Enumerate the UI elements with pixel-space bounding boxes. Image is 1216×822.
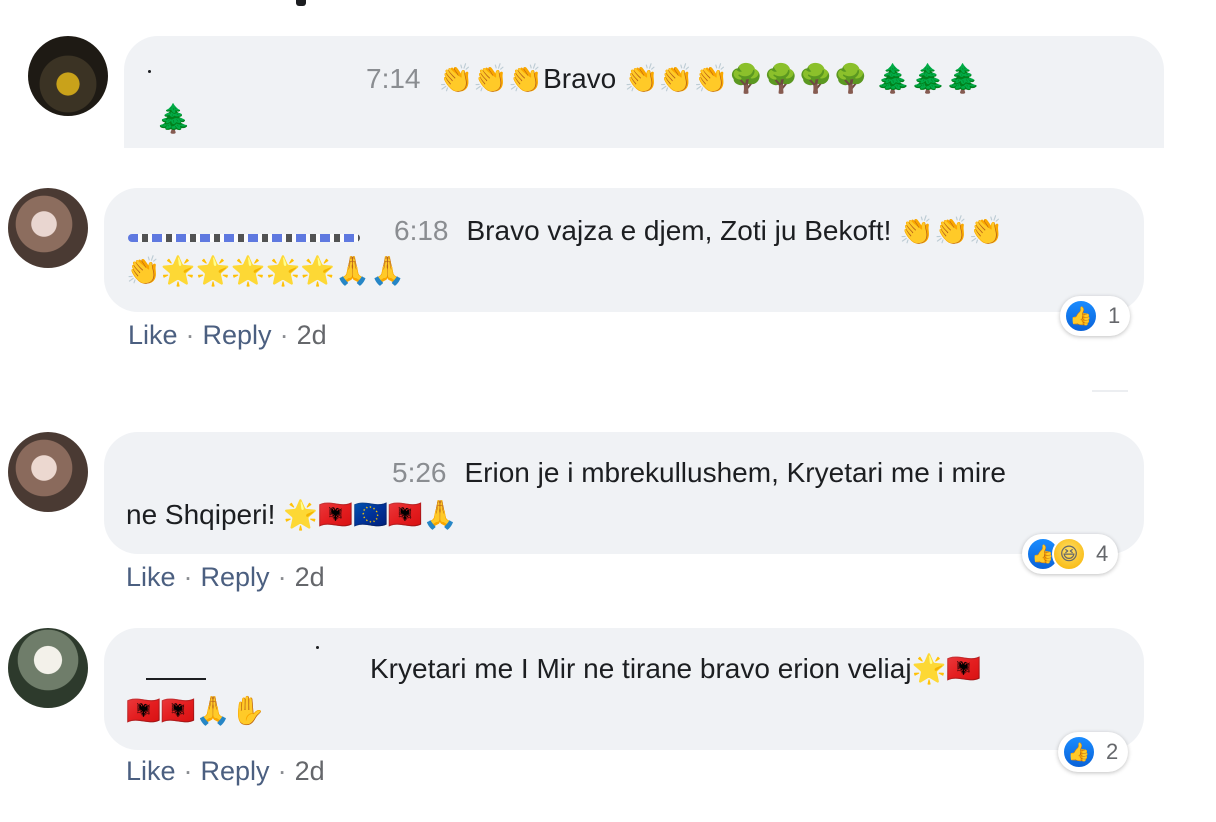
avatar[interactable] bbox=[28, 36, 108, 116]
comment-age[interactable]: 2d bbox=[295, 562, 325, 592]
separator: · bbox=[277, 562, 287, 592]
avatar[interactable] bbox=[8, 432, 88, 512]
redacted-name bbox=[146, 678, 206, 680]
divider bbox=[1092, 390, 1128, 392]
reply-link[interactable]: Reply bbox=[201, 756, 270, 786]
comment-actions: Like · Reply · 2d bbox=[128, 320, 327, 351]
comment-actions: Like · Reply · 2d bbox=[126, 562, 325, 593]
reaction-count: 4 bbox=[1096, 541, 1109, 566]
comment-line: 👏🌟🌟🌟🌟🌟🙏🙏 bbox=[126, 255, 405, 286]
redacted-name bbox=[148, 70, 151, 73]
comment-line: 7:14 👏👏👏Bravo 👏👏👏🌳🌳🌳🌳 🌲🌲🌲 bbox=[366, 56, 980, 102]
separator: · bbox=[279, 320, 289, 350]
avatar[interactable] bbox=[8, 628, 88, 708]
comment-text: 👏👏👏Bravo 👏👏👏🌳🌳🌳🌳 🌲🌲🌲 bbox=[438, 63, 981, 94]
comment-age[interactable]: 2d bbox=[297, 320, 327, 350]
comment-actions: Like · Reply · 2d bbox=[126, 756, 325, 787]
haha-icon: 😆 bbox=[1052, 537, 1086, 571]
like-link[interactable]: Like bbox=[126, 756, 176, 786]
comment-line: 🌲 bbox=[156, 103, 191, 134]
separator: · bbox=[277, 756, 287, 786]
separator: · bbox=[183, 562, 193, 592]
like-icon: 👍 bbox=[1062, 735, 1096, 769]
comment-bubble: 5:26 Erion je i mbrekullushem, Kryetari m… bbox=[104, 432, 1144, 554]
separator: · bbox=[183, 756, 193, 786]
comment-time: 6:18 bbox=[394, 215, 449, 246]
reaction-count: 2 bbox=[1106, 739, 1119, 764]
reply-link[interactable]: Reply bbox=[203, 320, 272, 350]
comment-text: Erion je i mbrekullushem, Kryetari me i … bbox=[464, 457, 1007, 488]
reaction-summary[interactable]: 👍 2 bbox=[1058, 732, 1129, 772]
avatar[interactable] bbox=[8, 188, 88, 268]
redacted-name bbox=[128, 234, 360, 242]
reaction-count: 1 bbox=[1108, 303, 1121, 328]
comment-text: Bravo vajza e djem, Zoti ju Bekoft! 👏👏👏 bbox=[466, 215, 1004, 246]
comment-bubble: 6:18 Bravo vajza e djem, Zoti ju Bekoft! … bbox=[104, 188, 1144, 312]
redacted-mark bbox=[316, 646, 319, 649]
comment-age[interactable]: 2d bbox=[295, 756, 325, 786]
comment-bubble: Kryetari me I Mir ne tirane bravo erion … bbox=[104, 628, 1144, 750]
comment-line: Kryetari me I Mir ne tirane bravo erion … bbox=[370, 653, 982, 684]
separator: · bbox=[185, 320, 195, 350]
comment-time: 5:26 bbox=[392, 457, 447, 488]
comment-line: 🇦🇱🇦🇱🙏✋ bbox=[126, 695, 266, 726]
comment-line: ne Shqiperi! 🌟🇦🇱🇪🇺🇦🇱🙏 bbox=[126, 499, 458, 530]
like-link[interactable]: Like bbox=[126, 562, 176, 592]
reaction-summary[interactable]: 👍 1 bbox=[1060, 296, 1131, 336]
cropped-text-fragment bbox=[296, 0, 306, 6]
like-icon: 👍 bbox=[1064, 299, 1098, 333]
reaction-summary[interactable]: 👍 😆 4 bbox=[1022, 534, 1119, 574]
comment-line: 5:26 Erion je i mbrekullushem, Kryetari m… bbox=[392, 450, 1006, 496]
comment-time: 7:14 bbox=[366, 63, 421, 94]
comment-bubble: 7:14 👏👏👏Bravo 👏👏👏🌳🌳🌳🌳 🌲🌲🌲 🌲 bbox=[124, 36, 1164, 148]
reply-link[interactable]: Reply bbox=[201, 562, 270, 592]
like-link[interactable]: Like bbox=[128, 320, 178, 350]
comment-line: 6:18 Bravo vajza e djem, Zoti ju Bekoft! … bbox=[394, 208, 1004, 254]
